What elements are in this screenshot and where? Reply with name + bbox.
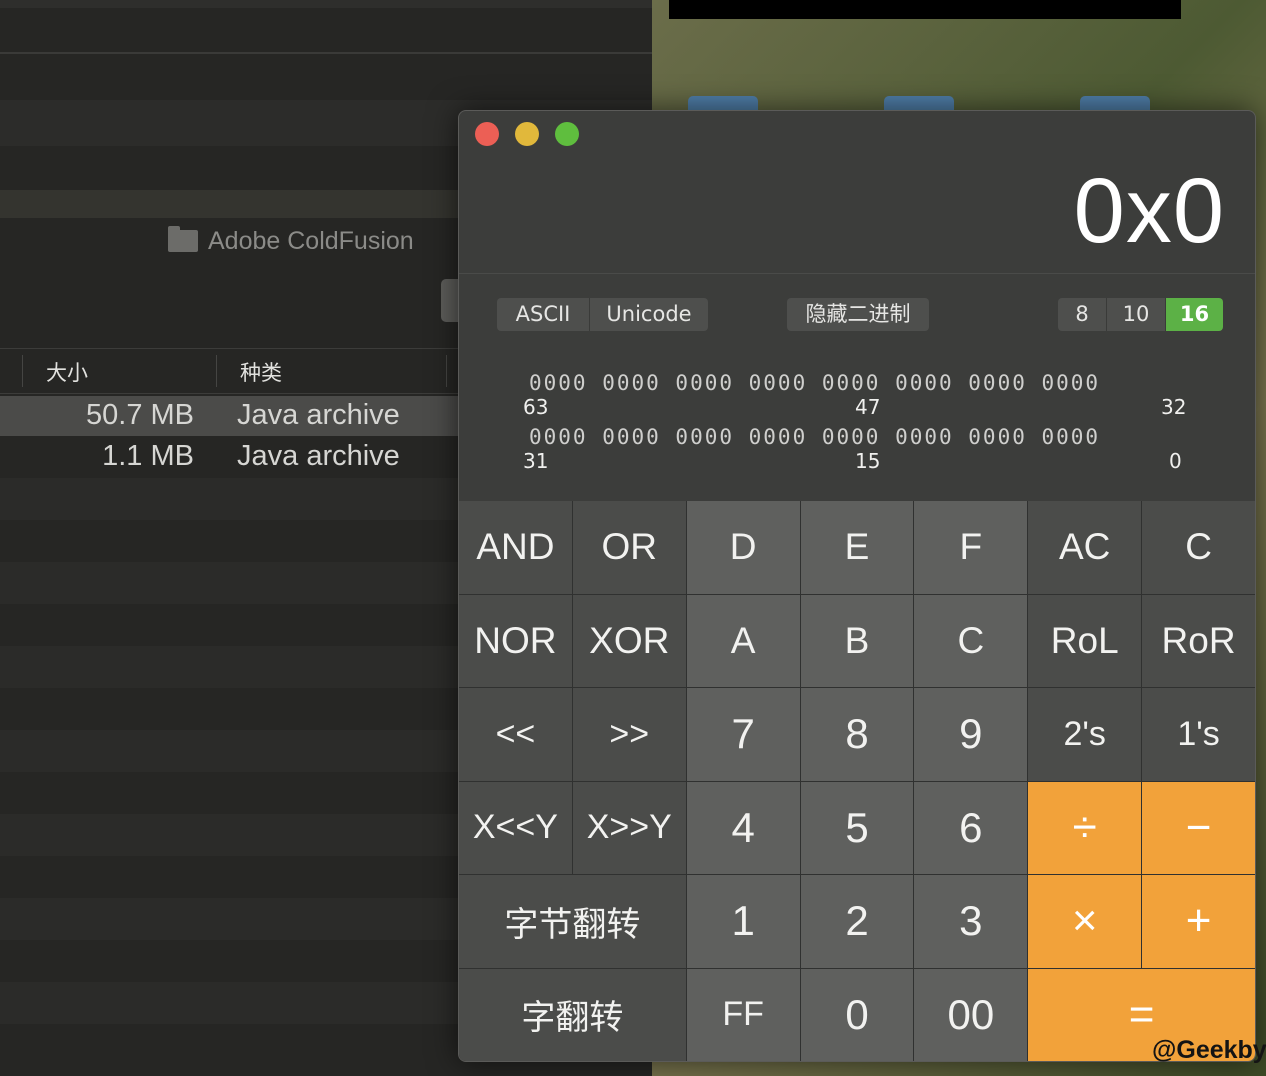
watermark: @Geekby	[1152, 1036, 1266, 1064]
five-button[interactable]: 5	[800, 781, 914, 874]
multiply-button[interactable]: ×	[1028, 875, 1142, 968]
b-button[interactable]: B	[800, 594, 914, 687]
xor-button[interactable]: XOR	[572, 594, 686, 687]
finder-stripe	[0, 0, 652, 8]
byte-flip-button[interactable]: 字节翻转	[459, 875, 686, 968]
hide-binary-segment: 隐藏二进制	[787, 298, 929, 331]
column-separator[interactable]	[22, 355, 23, 387]
binary-bits-high[interactable]: 0000 0000 0000 0000 0000 0000 0000 0000	[529, 371, 1100, 395]
binary-bits-low[interactable]: 0000 0000 0000 0000 0000 0000 0000 0000	[529, 425, 1100, 449]
file-kind: Java archive	[237, 440, 400, 472]
column-size[interactable]: 大小	[46, 357, 88, 387]
divide-button[interactable]: ÷	[1028, 781, 1142, 874]
all-clear-button[interactable]: AC	[1028, 501, 1142, 594]
bit-index-label: 15	[855, 449, 881, 473]
minimize-button[interactable]	[515, 122, 539, 146]
zoom-button[interactable]	[555, 122, 579, 146]
column-separator[interactable]	[216, 355, 217, 387]
base-8-button[interactable]: 8	[1058, 298, 1106, 331]
e-button[interactable]: E	[800, 501, 914, 594]
nor-button[interactable]: NOR	[459, 594, 572, 687]
plus-button[interactable]: +	[1142, 875, 1255, 968]
unicode-button[interactable]: Unicode	[589, 298, 708, 331]
bit-index-label: 47	[855, 395, 881, 419]
rotate-right-button[interactable]: RoR	[1142, 594, 1255, 687]
twos-complement-button[interactable]: 2's	[1028, 688, 1142, 781]
file-size: 50.7 MB	[86, 399, 194, 431]
base-10-button[interactable]: 10	[1106, 298, 1165, 331]
shift-left-button[interactable]: <<	[459, 688, 572, 781]
close-button[interactable]	[475, 122, 499, 146]
rotate-left-button[interactable]: RoL	[1028, 594, 1142, 687]
double-zero-button[interactable]: 00	[914, 968, 1028, 1061]
calculator-window: 0x0 ASCII Unicode 隐藏二进制 8 10 16 0000 000…	[458, 110, 1256, 1062]
clear-button[interactable]: C	[1142, 501, 1255, 594]
zero-button[interactable]: 0	[800, 968, 914, 1061]
four-button[interactable]: 4	[686, 781, 800, 874]
word-flip-button[interactable]: 字翻转	[459, 968, 686, 1061]
three-button[interactable]: 3	[914, 875, 1028, 968]
encoding-segment: ASCII Unicode	[497, 298, 708, 331]
bit-index-label: 0	[1169, 449, 1182, 473]
base-16-button[interactable]: 16	[1165, 298, 1223, 331]
file-kind: Java archive	[237, 399, 400, 431]
f-button[interactable]: F	[914, 501, 1028, 594]
two-button[interactable]: 2	[800, 875, 914, 968]
and-button[interactable]: AND	[459, 501, 572, 594]
column-kind[interactable]: 种类	[240, 357, 282, 387]
six-button[interactable]: 6	[914, 781, 1028, 874]
x-shift-left-y-button[interactable]: X<<Y	[459, 781, 572, 874]
result-display: 0x0	[1073, 160, 1225, 262]
folder-icon	[168, 226, 198, 252]
divider	[459, 273, 1255, 274]
d-button[interactable]: D	[686, 501, 800, 594]
ff-button[interactable]: FF	[686, 968, 800, 1061]
file-size: 1.1 MB	[102, 440, 194, 472]
eight-button[interactable]: 8	[800, 688, 914, 781]
bit-index-label: 31	[523, 449, 549, 473]
folder-name: Adobe ColdFusion	[208, 226, 414, 255]
shift-right-button[interactable]: >>	[572, 688, 686, 781]
ascii-button[interactable]: ASCII	[497, 298, 589, 331]
one-button[interactable]: 1	[686, 875, 800, 968]
or-button[interactable]: OR	[572, 501, 686, 594]
column-separator[interactable]	[446, 355, 447, 387]
x-shift-right-y-button[interactable]: X>>Y	[572, 781, 686, 874]
folder-path-label[interactable]: Adobe ColdFusion	[168, 226, 414, 256]
minus-button[interactable]: −	[1142, 781, 1255, 874]
base-segment: 8 10 16	[1058, 298, 1223, 331]
bit-index-label: 63	[523, 395, 549, 419]
hide-binary-button[interactable]: 隐藏二进制	[787, 298, 929, 331]
c-hex-button[interactable]: C	[914, 594, 1028, 687]
seven-button[interactable]: 7	[686, 688, 800, 781]
bit-index-label: 32	[1161, 395, 1187, 419]
ones-complement-button[interactable]: 1's	[1142, 688, 1255, 781]
a-button[interactable]: A	[686, 594, 800, 687]
nine-button[interactable]: 9	[914, 688, 1028, 781]
finder-stripe	[0, 52, 652, 54]
keypad: AND OR D E F AC C NOR XOR A B C RoL RoR …	[459, 501, 1255, 1061]
black-bar	[669, 0, 1181, 19]
